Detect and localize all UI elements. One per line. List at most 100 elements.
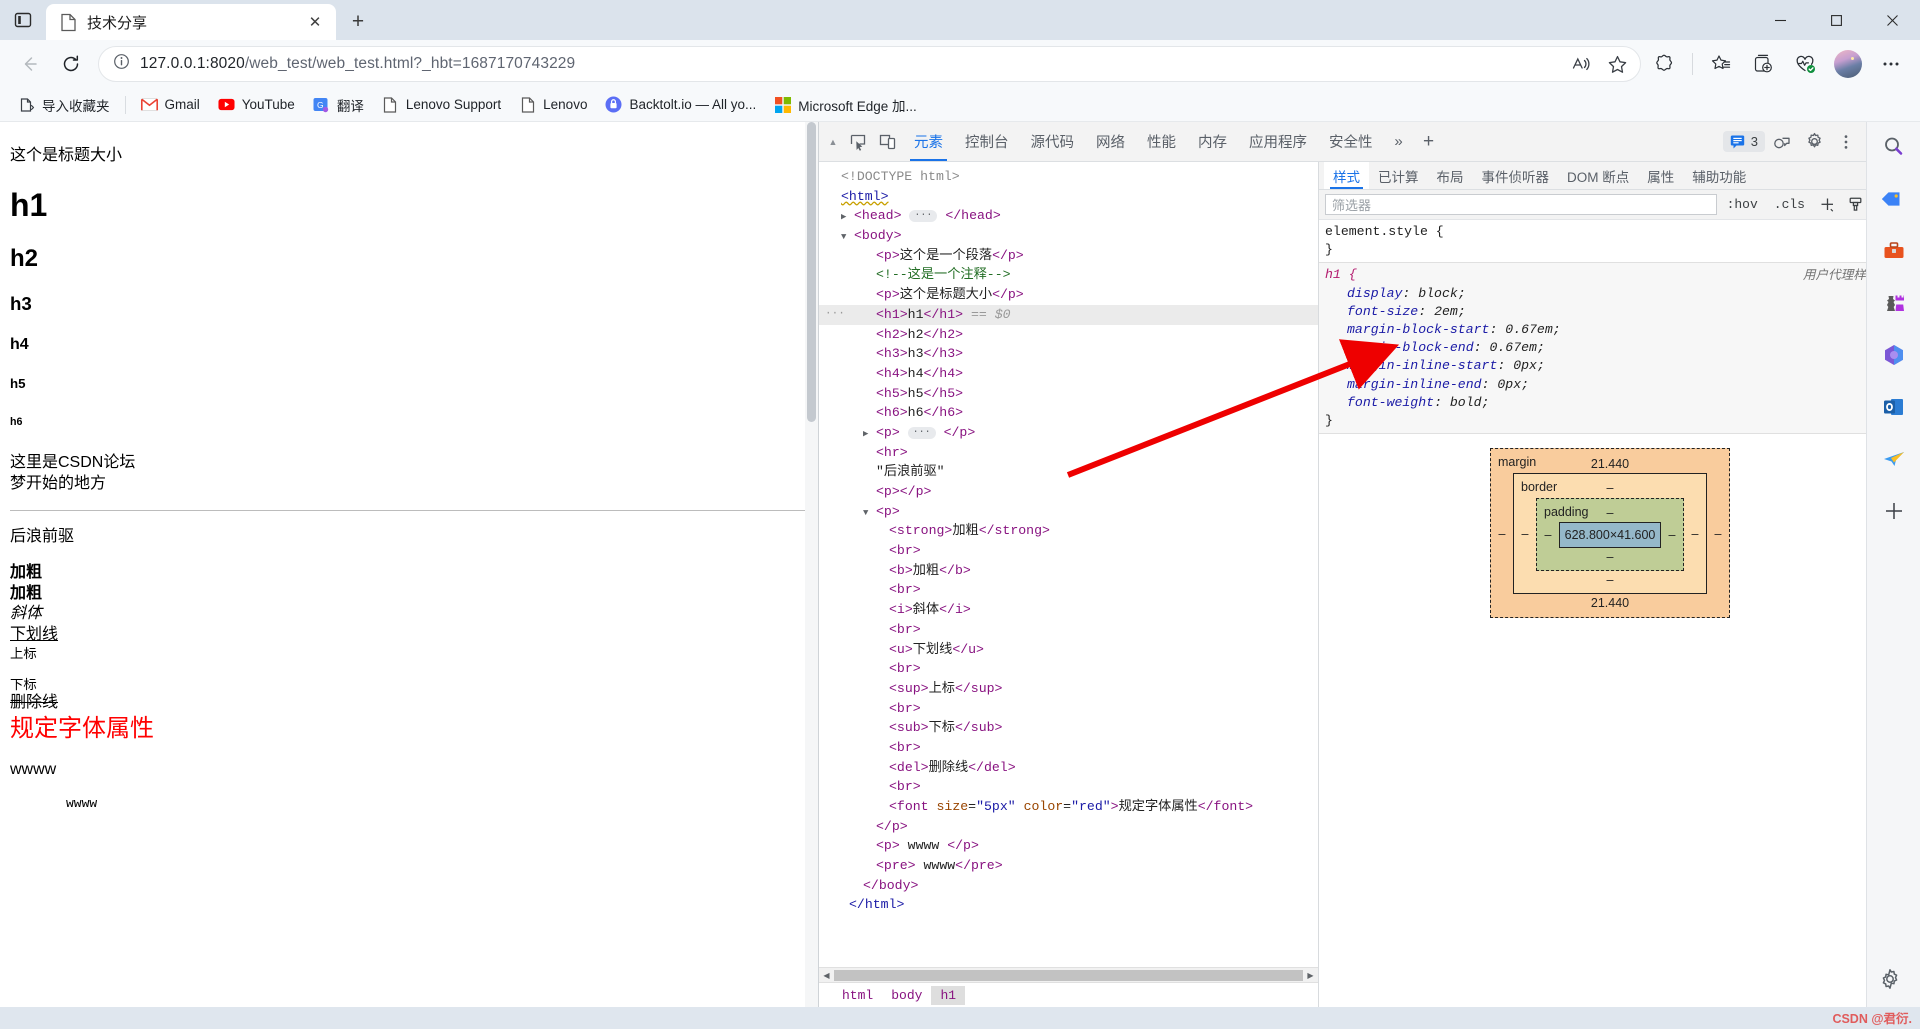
add-favorite-button[interactable]	[1600, 48, 1634, 80]
computed-styles-sidebar-button[interactable]	[1843, 194, 1867, 216]
dom-node-h6[interactable]: <h6>h6</h6>	[819, 403, 1318, 423]
css-declaration-margin-inline-end[interactable]: margin-inline-end: 0px;	[1325, 376, 1901, 394]
devtools-scroll-up-icon[interactable]: ▲	[823, 137, 843, 147]
dom-node-p-close[interactable]: </p>	[819, 817, 1318, 837]
dom-node-head[interactable]: ▶ <head> ··· </head>	[819, 206, 1318, 226]
settings-and-more-button[interactable]	[1872, 45, 1910, 83]
inspect-element-button[interactable]	[843, 127, 873, 157]
bookmark-lenovo-support[interactable]: Lenovo Support	[374, 92, 509, 118]
minimize-button[interactable]	[1752, 0, 1808, 40]
css-property-value[interactable]: block	[1418, 286, 1458, 301]
dom-node-html-close[interactable]: </html>	[819, 895, 1318, 915]
microsoft-365-icon[interactable]	[1879, 340, 1909, 370]
css-property-value[interactable]: 0px	[1497, 377, 1521, 392]
css-selector-h1[interactable]: h1 {用户代理样式表	[1325, 266, 1901, 284]
site-info-icon[interactable]	[113, 53, 130, 75]
css-property-value[interactable]: 0.67em	[1489, 340, 1536, 355]
toolbox-icon[interactable]	[1879, 236, 1909, 266]
css-selector-element-style[interactable]: element.style {	[1325, 223, 1901, 241]
box-model-padding-right[interactable]: –	[1661, 526, 1683, 544]
dom-node-p-paragraph[interactable]: <p>这个是一个段落</p>	[819, 246, 1318, 266]
page-scrollbar-thumb[interactable]	[807, 122, 816, 422]
dom-node-font[interactable]: <font size="5px" color="red">规定字体属性</fon…	[819, 797, 1318, 817]
devtools-tab-sources[interactable]: 源代码	[1020, 123, 1086, 161]
bookmark-gmail[interactable]: Gmail	[133, 92, 208, 118]
read-aloud-button[interactable]	[1564, 48, 1598, 80]
styles-tab-properties[interactable]: 属性	[1638, 162, 1683, 189]
devtools-cloud-button[interactable]	[1767, 127, 1797, 157]
styles-tab-event-listeners[interactable]: 事件侦听器	[1473, 162, 1559, 189]
device-toolbar-button[interactable]	[873, 127, 903, 157]
toggle-hover-state-button[interactable]: :hov	[1721, 196, 1764, 213]
css-property-value[interactable]: bold	[1450, 395, 1482, 410]
tab-close-button[interactable]: ✕	[304, 11, 326, 33]
browser-essentials-button[interactable]	[1786, 45, 1824, 83]
bookmark-lenovo[interactable]: Lenovo	[511, 92, 595, 118]
box-model-padding-left[interactable]: –	[1537, 526, 1559, 544]
collections-button[interactable]	[1744, 45, 1782, 83]
bookmark-microsoft-edge-addons[interactable]: Microsoft Edge 加...	[766, 92, 925, 118]
back-button[interactable]	[10, 45, 48, 83]
css-rule-element-style[interactable]: element.style { }	[1319, 220, 1901, 264]
bookmark-translate[interactable]: G 翻译	[305, 92, 372, 118]
dom-node-pre[interactable]: <pre> wwww</pre>	[819, 856, 1318, 876]
css-rule-h1[interactable]: h1 {用户代理样式表 display: block; font-size: 2…	[1319, 263, 1901, 435]
css-property-value[interactable]: 0.67em	[1505, 322, 1552, 337]
box-model-margin-bottom[interactable]: 21.440	[1491, 594, 1729, 612]
box-model-border-right[interactable]: –	[1684, 525, 1706, 543]
dom-tree-horizontal-scrollbar[interactable]: ◀ ▶	[819, 967, 1318, 982]
dom-node-br[interactable]: <br>	[819, 777, 1318, 797]
styles-tab-accessibility[interactable]: 辅助功能	[1683, 162, 1755, 189]
box-model-margin-left[interactable]: –	[1491, 525, 1513, 543]
outlook-icon[interactable]	[1879, 392, 1909, 422]
scroll-left-icon[interactable]: ◀	[819, 971, 834, 980]
profile-avatar[interactable]	[1834, 50, 1862, 78]
box-model-border-bottom[interactable]: –	[1514, 571, 1706, 589]
dom-node-doctype[interactable]: <!DOCTYPE html>	[819, 167, 1318, 187]
css-declaration-font-size[interactable]: font-size: 2em;	[1325, 303, 1901, 321]
shopping-tag-icon[interactable]	[1879, 184, 1909, 214]
dom-node-p-empty[interactable]: <p></p>	[819, 482, 1318, 502]
dom-node-html[interactable]: <html>	[819, 187, 1318, 207]
breadcrumb-html[interactable]: html	[833, 986, 882, 1005]
dom-node-h3[interactable]: <h3>h3</h3>	[819, 344, 1318, 364]
favorites-button[interactable]	[1702, 45, 1740, 83]
dom-node-br[interactable]: <br>	[819, 580, 1318, 600]
dom-node-comment[interactable]: <!--这是一个注释-->	[819, 265, 1318, 285]
bookmark-youtube[interactable]: YouTube	[210, 92, 303, 118]
styles-tab-layout[interactable]: 布局	[1428, 162, 1473, 189]
devtools-tab-elements[interactable]: 元素	[903, 123, 954, 161]
css-declaration-margin-inline-start[interactable]: margin-inline-start: 0px;	[1325, 357, 1901, 375]
dom-node-h1[interactable]: ··· <h1>h1</h1> == $0	[819, 304, 1318, 325]
dom-tree[interactable]: <!DOCTYPE html> <html> ▶ <head> ··· </hea…	[819, 162, 1318, 967]
element-classes-button[interactable]: .cls	[1768, 196, 1811, 213]
box-model-content-size[interactable]: 628.800×41.600	[1559, 521, 1661, 549]
dom-node-br[interactable]: <br>	[819, 738, 1318, 758]
dom-node-u[interactable]: <u>下划线</u>	[819, 640, 1318, 660]
box-model-border-left[interactable]: –	[1514, 525, 1536, 543]
outlook-send-icon[interactable]	[1879, 444, 1909, 474]
sidebar-settings-button[interactable]	[1879, 968, 1901, 995]
dom-node-p-formats[interactable]: ▼ <p>	[819, 502, 1318, 522]
breadcrumb-body[interactable]: body	[882, 986, 931, 1005]
close-window-button[interactable]	[1864, 0, 1920, 40]
devtools-more-options-button[interactable]	[1831, 127, 1861, 157]
copilot-button[interactable]	[1645, 45, 1683, 83]
dom-node-body-close[interactable]: </body>	[819, 876, 1318, 896]
dom-node-h5[interactable]: <h5>h5</h5>	[819, 384, 1318, 404]
devtools-tab-performance[interactable]: 性能	[1136, 123, 1187, 161]
dom-node-text-quote[interactable]: "后浪前驱"	[819, 462, 1318, 482]
dom-node-br[interactable]: <br>	[819, 659, 1318, 679]
box-model-margin-right[interactable]: –	[1707, 525, 1729, 543]
scroll-right-icon[interactable]: ▶	[1303, 971, 1318, 980]
devtools-tab-security[interactable]: 安全性	[1318, 123, 1384, 161]
css-declaration-margin-block-start[interactable]: margin-block-start: 0.67em;	[1325, 321, 1901, 339]
styles-tab-styles[interactable]: 样式	[1324, 162, 1369, 189]
dom-node-strong[interactable]: <strong>加粗</strong>	[819, 521, 1318, 541]
dom-scroll-thumb[interactable]	[834, 969, 1303, 981]
dom-node-p-wwww[interactable]: <p> wwww </p>	[819, 836, 1318, 856]
maximize-button[interactable]	[1808, 0, 1864, 40]
devtools-more-tabs-button[interactable]: »	[1384, 127, 1414, 157]
devtools-tab-network[interactable]: 网络	[1085, 123, 1136, 161]
devtools-tab-application[interactable]: 应用程序	[1238, 123, 1318, 161]
